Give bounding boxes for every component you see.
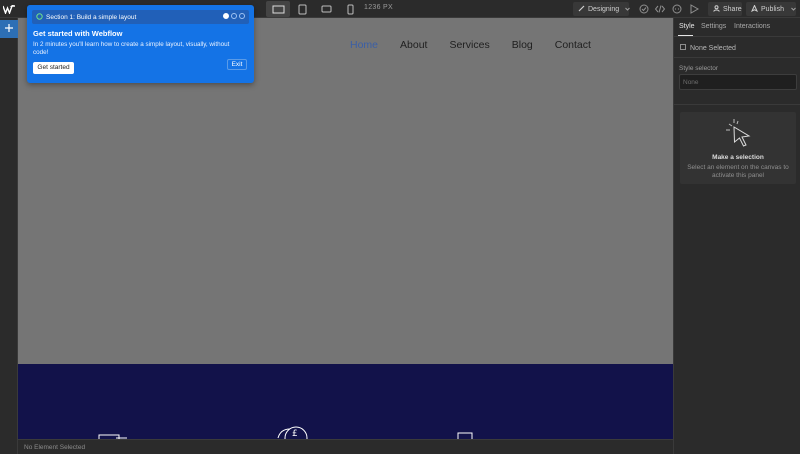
code-icon[interactable] [654,3,666,15]
svg-text:£: £ [292,429,298,439]
empty-selection-card: Make a selection Select an element on th… [680,112,796,184]
desktop-breakpoint-icon[interactable] [266,1,290,17]
pound-coin-icon: £ [276,426,308,439]
style-panel: Style Settings Interactions None Selecte… [673,18,800,454]
nav-link-about[interactable]: About [400,39,427,51]
rocket-icon [750,3,759,14]
step-dot [231,13,237,19]
mode-label: Designing [588,5,620,13]
tab-settings[interactable]: Settings [701,23,726,30]
panel-tabs: Style Settings Interactions [674,18,800,37]
step-progress [223,13,245,19]
webflow-designer: 1236 PX Designing Share Publish Home Abo… [0,0,800,454]
empty-state-title: Make a selection [712,154,764,161]
tablet-icon [457,429,473,439]
mobile-portrait-breakpoint-icon[interactable] [338,1,362,17]
style-selector-input[interactable]: None [679,74,797,90]
panel-divider [674,104,800,105]
share-label: Share [723,5,742,13]
tablet-breakpoint-icon[interactable] [290,1,314,17]
preview-play-icon[interactable] [688,3,700,15]
add-element-button[interactable] [0,20,18,38]
selected-element-indicator: None Selected [680,44,736,52]
mobile-landscape-breakpoint-icon[interactable] [314,1,338,17]
nav-link-contact[interactable]: Contact [555,39,591,51]
breakpoint-switcher [266,1,362,17]
designer-mode-dropdown[interactable]: Designing [573,2,630,16]
comment-icon[interactable] [671,3,683,15]
empty-state-description: Select an element on the canvas to activ… [687,164,789,179]
brush-icon [578,5,585,14]
step-dot [223,13,229,19]
site-navbar: Home About Services Blog Contact [350,39,591,51]
progress-ring-icon [36,12,43,22]
popup-body: In 2 minutes you'll learn how to create … [33,41,230,56]
canvas-width-readout: 1236 PX [364,4,393,11]
chevron-down-icon [791,6,796,13]
nav-link-blog[interactable]: Blog [512,39,533,51]
tab-interactions[interactable]: Interactions [734,23,770,30]
nav-link-home[interactable]: Home [350,39,378,51]
cursor-click-icon [724,118,754,153]
tab-style[interactable]: Style [679,23,695,30]
user-icon [713,4,720,14]
square-icon [680,44,686,52]
share-button[interactable]: Share [708,2,742,16]
check-circle-icon[interactable] [638,3,650,15]
webflow-logo-icon[interactable] [2,2,16,16]
publish-label: Publish [761,5,784,13]
active-tab-indicator [678,35,693,36]
publish-button[interactable]: Publish [746,2,796,16]
laptop-icon [98,430,128,439]
step-dot [239,13,245,19]
section-header: Section 1: Build a simple layout [32,10,249,24]
chevron-down-icon [625,6,630,13]
popup-title: Get started with Webflow [33,29,123,38]
panel-divider [674,57,800,58]
footer-section: £ [18,364,673,439]
left-sidebar [0,18,18,454]
section-label: Section 1: Build a simple layout [46,13,137,21]
status-bar: No Element Selected [18,439,673,454]
plus-icon [4,20,14,38]
exit-button[interactable]: Exit [227,59,247,70]
style-selector-label: Style selector [679,65,719,72]
none-selected-label: None Selected [690,44,736,52]
get-started-button[interactable]: Get started [33,62,74,74]
nav-link-services[interactable]: Services [449,39,489,51]
onboarding-popup: Section 1: Build a simple layout Get sta… [27,5,254,83]
